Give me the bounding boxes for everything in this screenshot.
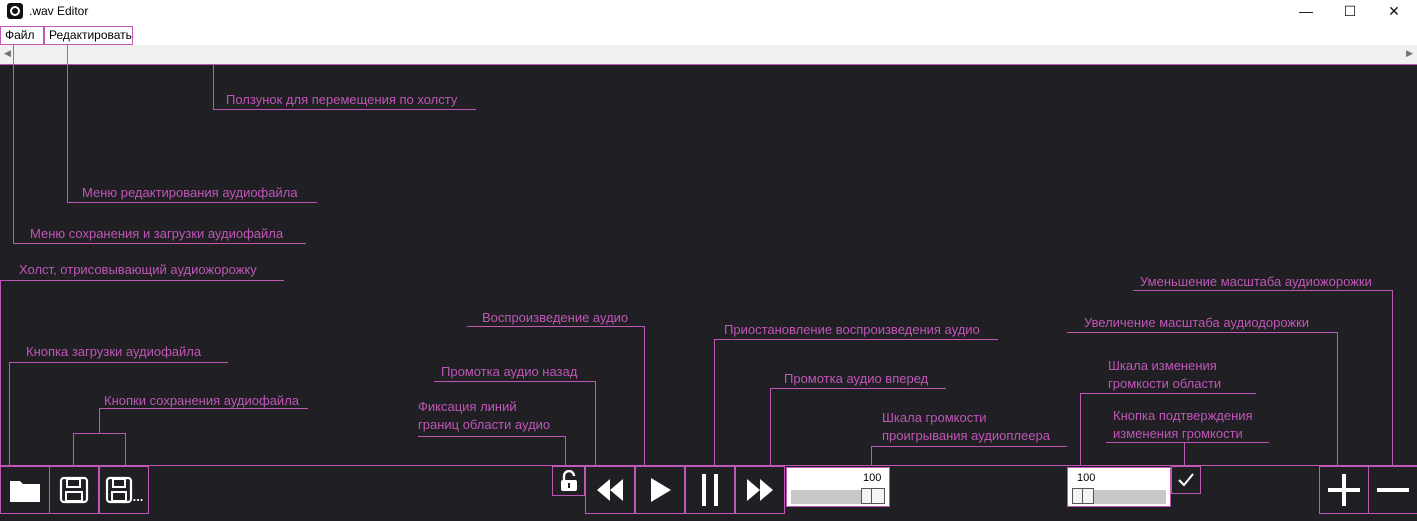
play-button[interactable] xyxy=(635,466,685,514)
save-as-button[interactable]: ... xyxy=(99,466,149,514)
annotation-player-volume-line1: Шкала громкости xyxy=(882,410,987,425)
region-volume-slider[interactable]: 100 xyxy=(1067,467,1171,507)
annotation-edit-menu: Меню редактирования аудиофайла xyxy=(82,185,298,200)
confirm-volume-button[interactable] xyxy=(1171,466,1201,494)
annotation-file-menu: Меню сохранения и загрузки аудиофайла xyxy=(30,226,284,241)
annotation-zoom-out: Уменьшение масштаба аудиожорожки xyxy=(1140,274,1372,289)
save-icon xyxy=(59,476,89,504)
fast-forward-button[interactable] xyxy=(735,466,785,514)
annotation-rewind: Промотка аудио назад xyxy=(441,364,578,379)
annotation-save-buttons: Кнопки сохранения аудиофайла xyxy=(104,393,300,408)
player-volume-slider[interactable]: 100 xyxy=(786,467,890,507)
folder-icon xyxy=(10,481,40,502)
annotation-canvas: Холст, отрисовывающий аудиожорожку xyxy=(19,262,257,277)
annotation-pause: Приостановление воспроизведения аудио xyxy=(724,322,980,337)
annotation-player-volume-line2: проигрывания аудиоплеера xyxy=(882,428,1050,443)
menu-edit[interactable]: Редактировать xyxy=(44,26,133,45)
rewind-icon xyxy=(597,479,623,501)
plus-icon xyxy=(1328,474,1360,506)
canvas-scrollbar[interactable]: ◀ ▶ xyxy=(0,45,1417,65)
minus-icon xyxy=(1377,488,1409,492)
maximize-button[interactable]: ☐ xyxy=(1327,0,1373,24)
lock-region-button[interactable] xyxy=(552,466,585,496)
annotation-play: Воспроизведение аудио xyxy=(482,310,629,325)
fast-forward-icon xyxy=(747,479,773,501)
annotation-scroll-slider: Ползунок для перемещения по холсту xyxy=(226,92,458,107)
menu-bar xyxy=(0,24,1417,45)
title-bar: .wav Editor — ☐ ✕ xyxy=(0,0,1417,24)
zoom-out-button[interactable] xyxy=(1368,466,1417,514)
save-button[interactable] xyxy=(49,466,99,514)
player-volume-value: 100 xyxy=(863,472,882,484)
annotation-zoom-in: Увеличение масштаба аудиодорожки xyxy=(1084,315,1310,330)
scroll-right-icon[interactable]: ▶ xyxy=(1406,48,1413,59)
region-volume-value: 100 xyxy=(1077,472,1096,484)
scroll-left-icon[interactable]: ◀ xyxy=(4,48,11,59)
play-icon xyxy=(651,478,671,502)
save-as-icon xyxy=(105,476,132,504)
close-button[interactable]: ✕ xyxy=(1371,0,1417,24)
annotation-confirm-line2: изменения громкости xyxy=(1113,426,1243,441)
zoom-in-button[interactable] xyxy=(1319,466,1369,514)
rewind-button[interactable] xyxy=(585,466,635,514)
minimize-button[interactable]: — xyxy=(1283,0,1329,24)
pause-icon xyxy=(702,474,718,506)
annotation-confirm-line1: Кнопка подтверждения xyxy=(1113,408,1253,423)
pause-button[interactable] xyxy=(685,466,735,514)
app-window: { "window": { "title": ".wav Editor", "m… xyxy=(0,0,1417,521)
window-title: .wav Editor xyxy=(29,4,89,18)
load-file-button[interactable] xyxy=(0,466,50,514)
app-icon xyxy=(7,3,23,19)
menu-file[interactable]: Файл xyxy=(0,26,44,45)
annotation-region-volume-line1: Шкала изменения xyxy=(1108,358,1217,373)
annotation-lock-line2: границ области аудио xyxy=(418,417,551,432)
lock-open-icon xyxy=(560,470,577,491)
save-as-ellipsis: ... xyxy=(132,488,144,504)
annotation-load-button: Кнопка загрузки аудиофайла xyxy=(26,344,202,359)
region-volume-thumb[interactable] xyxy=(1081,488,1094,504)
annotation-region-volume-line2: громкости области xyxy=(1108,376,1222,391)
annotation-forward: Промотка аудио вперед xyxy=(784,371,929,386)
annotation-lock-line1: Фиксация линий xyxy=(418,399,517,414)
check-icon xyxy=(1178,473,1194,487)
